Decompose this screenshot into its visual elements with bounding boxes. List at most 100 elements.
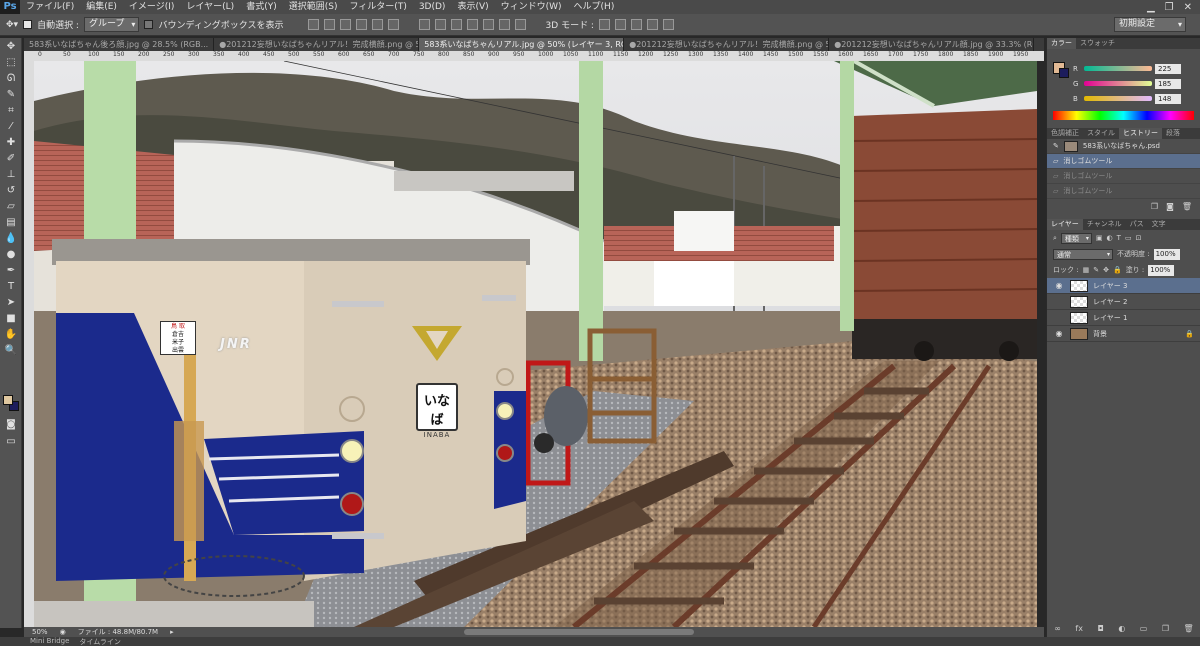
camera-icon[interactable]: ◙	[1166, 202, 1174, 211]
layer-row[interactable]: ◉ レイヤー 3	[1047, 278, 1200, 294]
g-slider[interactable]	[1084, 81, 1152, 86]
distribute-bottom-icon[interactable]	[450, 19, 462, 30]
filter-adjust-icon[interactable]: ◐	[1107, 234, 1113, 242]
dodge-icon[interactable]: ●	[3, 248, 19, 262]
horizontal-scrollbar[interactable]	[464, 629, 694, 635]
trash-icon[interactable]: 🗑	[1182, 202, 1192, 211]
eyedropper-icon[interactable]: ⁄	[3, 120, 19, 134]
menu-item[interactable]: 選択範囲(S)	[283, 0, 344, 14]
lock-transparent-icon[interactable]: ▦	[1083, 266, 1090, 274]
history-snapshot[interactable]: ✎ 583系いなばちゃん.psd	[1047, 139, 1200, 154]
layer-row[interactable]: ◉ 背景 🔒	[1047, 326, 1200, 342]
align-top-icon[interactable]	[307, 19, 319, 30]
document-tab[interactable]: 583系いなばちゃん後ろ顔.jpg @ 28.5% (RGB...	[24, 38, 215, 51]
quick-mask-icon[interactable]: ◙	[3, 418, 19, 432]
gradient-icon[interactable]: ▤	[3, 216, 19, 230]
fill-value[interactable]: 100%	[1148, 264, 1175, 276]
filter-pixel-icon[interactable]: ▣	[1096, 234, 1103, 242]
filter-shape-icon[interactable]: ▭	[1125, 234, 1132, 242]
3d-slide-icon[interactable]	[646, 19, 658, 30]
lock-all-icon[interactable]: 🔒	[1113, 266, 1122, 274]
history-brush-icon[interactable]: ↺	[3, 184, 19, 198]
menu-item[interactable]: 編集(E)	[80, 0, 123, 14]
distribute-top-icon[interactable]	[418, 19, 430, 30]
brush-icon[interactable]: ✐	[3, 152, 19, 166]
document-tab[interactable]: ●201212妄想いなばちゃんリアル！完成横顔.png @ 50...	[214, 38, 420, 51]
document-canvas[interactable]: 鳥 取 倉吉 米子 出雲 JNR いなば INABA	[34, 61, 1037, 627]
history-item[interactable]: ▱ 消しゴムツール	[1047, 169, 1200, 184]
link-icon[interactable]: ∞	[1054, 624, 1061, 633]
menu-item[interactable]: 3D(D)	[413, 0, 452, 14]
auto-select-checkbox[interactable]	[23, 20, 33, 29]
layers-panel-tab[interactable]: 文字	[1148, 219, 1170, 230]
color-spectrum[interactable]	[1053, 111, 1194, 120]
tab-swatches[interactable]: スウォッチ	[1076, 38, 1119, 49]
delete-layer-icon[interactable]: 🗑	[1184, 624, 1194, 633]
align-middle-icon[interactable]	[323, 19, 335, 30]
r-value[interactable]: 225	[1155, 63, 1181, 74]
menu-item[interactable]: 表示(V)	[451, 0, 494, 14]
align-left-icon[interactable]	[355, 19, 367, 30]
layers-panel-tab[interactable]: チャンネル	[1083, 219, 1126, 230]
3d-rotate-icon[interactable]	[598, 19, 610, 30]
adjustment-icon[interactable]: ◐	[1118, 624, 1125, 633]
layer-name[interactable]: 背景	[1093, 329, 1107, 339]
layer-name[interactable]: レイヤー 2	[1093, 297, 1127, 307]
folder-icon[interactable]: ▭	[1140, 624, 1148, 633]
3d-pan-icon[interactable]	[630, 19, 642, 30]
auto-align-icon[interactable]	[514, 19, 526, 30]
3d-scale-icon[interactable]	[662, 19, 674, 30]
foreground-color-swatch[interactable]	[3, 395, 13, 405]
hand-icon[interactable]: ✋	[3, 328, 19, 342]
layer-row[interactable]: レイヤー 1	[1047, 310, 1200, 326]
menu-item[interactable]: レイヤー(L)	[180, 0, 240, 14]
layer-name[interactable]: レイヤー 1	[1093, 313, 1127, 323]
history-panel-tab[interactable]: スタイル	[1083, 128, 1119, 139]
lock-paint-icon[interactable]: ✎	[1093, 266, 1099, 274]
bottom-tab[interactable]: Mini Bridge	[30, 637, 69, 646]
move-tool-icon[interactable]: ✥▾	[6, 20, 18, 30]
distribute-right-icon[interactable]	[498, 19, 510, 30]
path-select-icon[interactable]: ➤	[3, 296, 19, 310]
opacity-value[interactable]: 100%	[1153, 248, 1180, 260]
align-center-icon[interactable]	[371, 19, 383, 30]
layer-row[interactable]: レイヤー 2	[1047, 294, 1200, 310]
maximize-icon[interactable]: ❐	[1165, 2, 1174, 13]
eye-icon[interactable]: ◉	[1053, 329, 1065, 338]
move-icon[interactable]: ✥	[3, 40, 19, 54]
color-background-swatch[interactable]	[1059, 68, 1069, 78]
align-bottom-icon[interactable]	[339, 19, 351, 30]
filter-type-icon[interactable]: T	[1117, 234, 1121, 242]
menu-item[interactable]: フィルター(T)	[343, 0, 412, 14]
auto-select-dropdown[interactable]: グループ	[83, 17, 140, 32]
type-icon[interactable]: T	[3, 280, 19, 294]
r-slider[interactable]	[1084, 66, 1152, 71]
align-right-icon[interactable]	[387, 19, 399, 30]
blend-mode-dropdown[interactable]: 通常	[1053, 248, 1113, 260]
menu-item[interactable]: ウィンドウ(W)	[495, 0, 568, 14]
status-arrow-icon[interactable]: ▸	[170, 628, 174, 636]
clone-stamp-icon[interactable]: ⊥	[3, 168, 19, 182]
menu-item[interactable]: ファイル(F)	[20, 0, 80, 14]
distribute-left-icon[interactable]	[466, 19, 478, 30]
bottom-tab[interactable]: タイムライン	[79, 637, 121, 646]
history-panel-tab[interactable]: ヒストリー	[1119, 128, 1162, 139]
history-item[interactable]: ▱ 消しゴムツール	[1047, 154, 1200, 169]
zoom-level[interactable]: 50%	[32, 628, 48, 636]
history-item[interactable]: ▱ 消しゴムツール	[1047, 184, 1200, 199]
quick-select-icon[interactable]: ✎	[3, 88, 19, 102]
workspace-dropdown[interactable]: 初期設定	[1114, 17, 1186, 32]
screen-mode-icon[interactable]: ▭	[3, 435, 19, 449]
filter-smart-icon[interactable]: ⊡	[1136, 234, 1142, 242]
history-panel-tab[interactable]: 色調補正	[1047, 128, 1083, 139]
new-document-icon[interactable]: ❐	[1151, 202, 1158, 211]
lasso-icon[interactable]: ᘏ	[3, 72, 19, 86]
lock-move-icon[interactable]: ✥	[1103, 266, 1109, 274]
pen-icon[interactable]: ✒	[3, 264, 19, 278]
crop-icon[interactable]: ⌗	[3, 104, 19, 118]
document-tab[interactable]: ●201212妄想いなばちゃんリアル！完成横顔.png @ 50% (...	[624, 38, 830, 51]
mask-icon[interactable]: ◘	[1097, 624, 1103, 633]
bounding-box-checkbox[interactable]	[144, 20, 154, 29]
g-value[interactable]: 185	[1155, 78, 1181, 89]
eraser-icon[interactable]: ▱	[3, 200, 19, 214]
